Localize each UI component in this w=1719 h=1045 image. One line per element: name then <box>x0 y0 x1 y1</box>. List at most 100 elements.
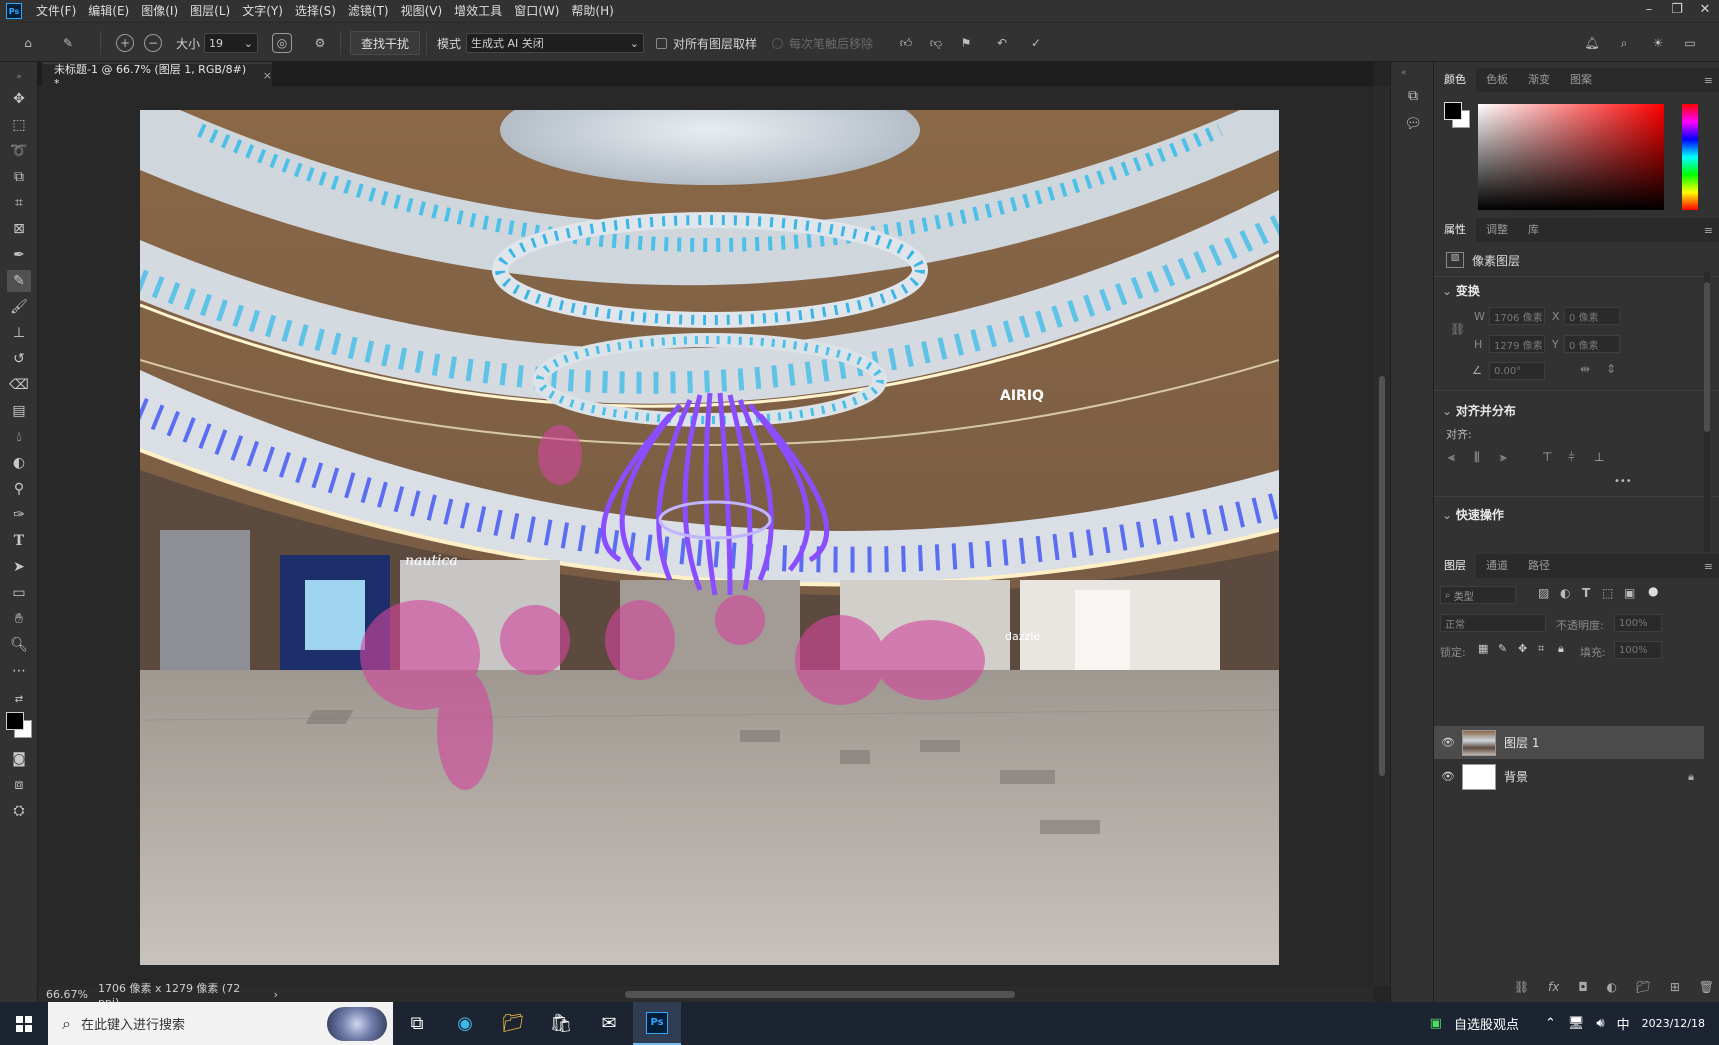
menu-layer[interactable]: 图层(L) <box>184 0 236 22</box>
gear-icon[interactable]: ⚙ <box>308 31 332 55</box>
mode-select[interactable]: 生成式 AI 关闭 ⌄ <box>466 33 644 53</box>
align-hcenter-icon[interactable]: ⫼ <box>1474 450 1480 465</box>
collapse-chevron-icon[interactable]: » <box>7 66 31 88</box>
horizontal-scroll-thumb[interactable] <box>625 991 1015 998</box>
zoom-lens-icon[interactable]: ⚲ <box>7 478 31 500</box>
filter-adjustment-icon[interactable]: ◐ <box>1560 586 1570 600</box>
layer-row[interactable]: 👁︎ 图层 1 <box>1434 726 1704 759</box>
menu-select[interactable]: 选择(S) <box>289 0 342 22</box>
menu-help[interactable]: 帮助(H) <box>565 0 619 22</box>
bell-icon[interactable]: 🔔︎ <box>1580 31 1604 55</box>
menu-file[interactable]: 文件(F) <box>30 0 82 22</box>
rectangle-tool-icon[interactable]: ▭ <box>7 582 31 604</box>
discover-bulb-icon[interactable]: ☀ <box>1646 31 1670 55</box>
lock-all-icon[interactable]: 🔒︎ <box>1558 642 1564 656</box>
frame-tool-icon[interactable]: ⊠ <box>7 218 31 240</box>
menu-window[interactable]: 窗口(W) <box>508 0 565 22</box>
quick-actions-section-header[interactable]: ⌄ 快速操作 <box>1442 506 1504 523</box>
stamp-tool-icon[interactable]: ⊥ <box>7 322 31 344</box>
edge-browser-icon[interactable]: ◉ <box>441 1002 489 1045</box>
clock-date[interactable]: 2023/12/18 <box>1642 1017 1705 1030</box>
filter-smart-object-icon[interactable]: ▣ <box>1624 586 1635 600</box>
tab-color[interactable]: 颜色 <box>1434 68 1476 92</box>
search-icon[interactable]: ⌕ <box>1612 31 1636 55</box>
tab-swatches[interactable]: 色板 <box>1476 68 1518 92</box>
panel-menu-icon[interactable]: ≡ <box>1704 560 1713 573</box>
x-field[interactable]: 0 像素 <box>1564 307 1620 325</box>
filter-type-icon[interactable]: T <box>1582 586 1590 600</box>
pressure-size-icon[interactable]: ◎ <box>272 33 292 53</box>
filter-pixel-icon[interactable]: ▨ <box>1538 586 1549 600</box>
more-tools-icon[interactable]: ⋯ <box>7 660 31 682</box>
eraser-tool-icon[interactable]: ⌫ <box>7 374 31 396</box>
tab-gradients[interactable]: 渐变 <box>1518 68 1560 92</box>
move-tool-icon[interactable]: ✥ <box>7 88 31 110</box>
color-picker-field[interactable] <box>1478 104 1664 210</box>
add-brush-icon[interactable]: + <box>116 34 134 52</box>
windows-start-icon[interactable] <box>0 1002 48 1045</box>
subtract-brush-icon[interactable]: − <box>144 34 162 52</box>
new-group-icon[interactable]: 📁︎ <box>1636 980 1651 994</box>
y-field[interactable]: 0 像素 <box>1564 335 1620 353</box>
link-layers-icon[interactable]: ⛓ <box>1514 980 1529 994</box>
new-adjustment-icon[interactable]: ◐ <box>1607 980 1617 994</box>
lock-transparent-icon[interactable]: ▦ <box>1478 642 1488 655</box>
size-input[interactable]: 19 ⌄ <box>204 33 258 53</box>
zoom-tool-icon[interactable]: 🔍︎ <box>7 634 31 656</box>
menu-filter[interactable]: 滤镜(T) <box>342 0 395 22</box>
object-select-tool-icon[interactable]: ⧉ <box>7 166 31 188</box>
workspace-icon[interactable]: ▭ <box>1678 31 1702 55</box>
height-field[interactable]: 1279 像素 <box>1489 335 1545 353</box>
hue-slider[interactable] <box>1682 104 1698 210</box>
align-right-icon[interactable]: ⫸ <box>1500 450 1507 465</box>
panel-menu-icon[interactable]: ≡ <box>1704 74 1713 87</box>
stock-app-icon[interactable]: ▣ <box>1430 1016 1442 1031</box>
new-layer-icon[interactable]: ⊞ <box>1670 980 1680 994</box>
align-bottom-icon[interactable]: ⊥ <box>1594 450 1604 464</box>
status-menu-arrow[interactable]: › <box>274 988 278 1001</box>
visibility-eye-icon[interactable]: 👁︎ <box>1434 736 1462 749</box>
dodge-tool-icon[interactable]: ◐ <box>7 452 31 474</box>
align-section-header[interactable]: ⌄ 对齐并分布 <box>1442 402 1516 419</box>
tab-paths[interactable]: 路径 <box>1518 554 1560 578</box>
menu-type[interactable]: 文字(Y) <box>236 0 289 22</box>
remove-tool-preset-icon[interactable]: ✎ <box>56 31 80 55</box>
more-options-icon[interactable]: ••• <box>1614 476 1632 487</box>
minimize-icon[interactable]: – <box>1635 0 1663 22</box>
align-top-icon[interactable]: ⊤ <box>1542 450 1552 464</box>
path-select-icon[interactable]: ➤ <box>7 556 31 578</box>
close-icon[interactable]: ✕ <box>1691 0 1719 22</box>
vertical-scrollbar[interactable] <box>1374 86 1390 986</box>
history-panel-icon[interactable]: ⧉ <box>1401 88 1425 110</box>
chevron-up-icon[interactable]: ⌃ <box>1545 1016 1556 1031</box>
menu-view[interactable]: 视图(V) <box>395 0 449 22</box>
horizontal-scrollbar[interactable] <box>280 986 1374 1002</box>
eyedropper-tool-icon[interactable]: ✒ <box>7 244 31 266</box>
home-icon[interactable]: ⌂ <box>16 31 40 55</box>
add-mask-icon[interactable]: ◘ <box>1578 980 1588 994</box>
flag-icon[interactable]: ⚑ <box>954 31 978 55</box>
remove-after-stroke-checkbox[interactable]: 每次笔触后移除 <box>772 31 873 55</box>
tab-adjustments[interactable]: 调整 <box>1476 218 1518 242</box>
screen-mode-icon[interactable]: ⧈ <box>7 774 31 796</box>
menu-image[interactable]: 图像(I) <box>135 0 184 22</box>
fill-field[interactable]: 100% <box>1614 641 1662 659</box>
visibility-eye-icon[interactable]: 👁︎ <box>1434 770 1462 783</box>
pen-tool-icon[interactable]: ✑ <box>7 504 31 526</box>
edit-toolbar-icon[interactable]: ⛭ <box>7 800 31 822</box>
expand-chevron-icon[interactable]: « <box>1401 68 1407 78</box>
document-canvas-image[interactable]: nautica AIRIQ dazzle <box>140 110 1279 965</box>
properties-scrollbar[interactable] <box>1704 272 1710 552</box>
flip-vertical-icon[interactable]: ⇕ <box>1606 362 1616 376</box>
filter-toggle-icon[interactable]: ● <box>1648 584 1658 598</box>
sample-all-layers-checkbox[interactable]: 对所有图层取样 <box>656 31 757 55</box>
angle-field[interactable]: 0.00° <box>1489 362 1545 380</box>
comments-panel-icon[interactable]: 💬︎ <box>1401 116 1425 138</box>
flip-horizontal-icon[interactable]: ⇹ <box>1580 362 1590 376</box>
gradient-tool-icon[interactable]: ▤ <box>7 400 31 422</box>
tab-properties[interactable]: 属性 <box>1434 218 1476 242</box>
blur-tool-icon[interactable]: 💧︎ <box>7 426 31 448</box>
layer-filter-select[interactable]: ⌕ 类型 <box>1440 586 1516 604</box>
store-icon[interactable]: 🛍︎ <box>537 1002 585 1045</box>
file-explorer-icon[interactable]: 📁︎ <box>489 1002 537 1045</box>
